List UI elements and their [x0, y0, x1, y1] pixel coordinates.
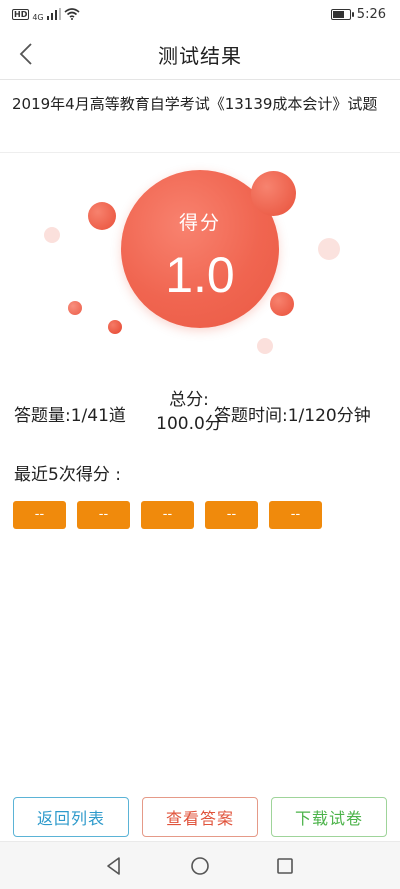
- status-bar: HD 4G 5:26: [0, 0, 400, 28]
- decor-bubble: [88, 202, 116, 230]
- answer-time: 答题时间:1/120分钟: [214, 406, 371, 426]
- decor-bubble: [44, 227, 60, 243]
- hd-icon: HD: [12, 8, 30, 20]
- recent-score-badge: --: [269, 501, 322, 529]
- status-right: 5:26: [330, 6, 386, 22]
- decor-bubble: [318, 238, 340, 260]
- download-paper-button[interactable]: 下载试卷: [271, 797, 387, 837]
- divider: [0, 152, 400, 153]
- status-left: HD 4G: [12, 7, 80, 22]
- recent-scores-title: 最近5次得分 :: [14, 465, 121, 485]
- app-header: 测试结果: [0, 28, 400, 80]
- stats-row: 答题量:1/41道 总分: 100.0分 答题时间:1/120分钟: [14, 388, 390, 438]
- decor-bubble: [108, 320, 122, 334]
- decor-bubble: [68, 301, 82, 315]
- recent-score-badge: --: [13, 501, 66, 529]
- score-label: 得分: [178, 212, 221, 234]
- recent-score-badge: --: [141, 501, 194, 529]
- wifi-icon: [64, 8, 80, 20]
- answered-count: 答题量:1/41道: [14, 406, 126, 426]
- view-answers-button[interactable]: 查看答案: [142, 797, 258, 837]
- recent-scores-list: -- -- -- -- --: [13, 501, 322, 529]
- home-circle-icon[interactable]: [190, 856, 210, 876]
- recent-score-badge: --: [77, 501, 130, 529]
- battery-icon: [330, 8, 354, 20]
- score-value: 1.0: [165, 247, 235, 303]
- system-nav-bar: [0, 841, 400, 889]
- decor-bubble: [270, 292, 294, 316]
- bottom-action-bar: 返回列表 查看答案 下载试卷: [0, 797, 400, 839]
- decor-bubble: [257, 338, 273, 354]
- back-triangle-icon[interactable]: [104, 856, 124, 876]
- back-to-list-button[interactable]: 返回列表: [13, 797, 129, 837]
- decor-bubble: [251, 171, 296, 216]
- status-time: 5:26: [356, 6, 386, 22]
- signal-icon: [46, 8, 61, 20]
- network-label: 4G: [32, 12, 44, 22]
- score-area: 得分 1.0: [0, 160, 400, 365]
- page-title: 测试结果: [158, 44, 242, 68]
- exam-title: 2019年4月高等教育自学考试《13139成本会计》试题: [12, 95, 378, 113]
- recents-square-icon[interactable]: [275, 856, 295, 876]
- recent-score-badge: --: [205, 501, 258, 529]
